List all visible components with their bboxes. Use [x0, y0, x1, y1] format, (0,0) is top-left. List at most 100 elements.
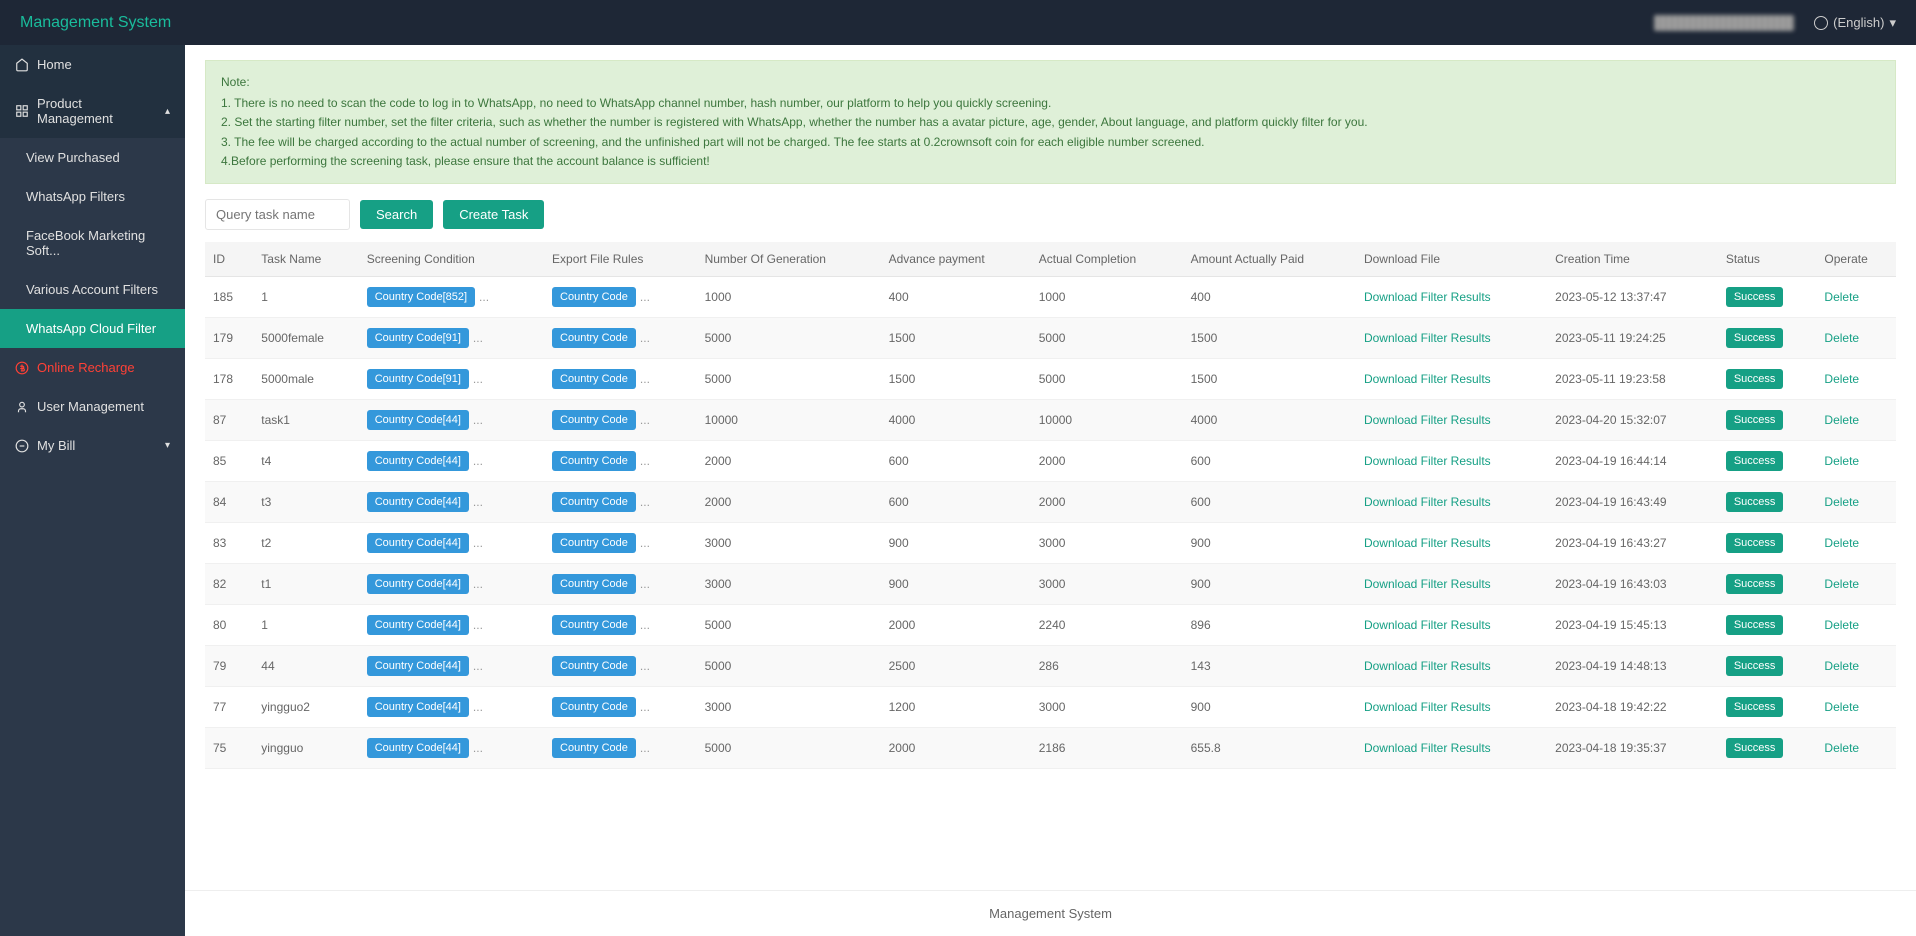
cell-advance: 1200 — [881, 686, 1031, 727]
screening-tag: Country Code[44] — [367, 697, 469, 717]
cell-generation: 5000 — [697, 317, 881, 358]
cell-id: 179 — [205, 317, 253, 358]
export-tag: Country Code — [552, 287, 636, 307]
ellipsis-icon: ... — [473, 700, 483, 714]
cell-creation: 2023-04-19 15:45:13 — [1547, 604, 1718, 645]
screening-tag: Country Code[44] — [367, 492, 469, 512]
status-badge: Success — [1726, 492, 1784, 512]
delete-link[interactable]: Delete — [1824, 618, 1859, 632]
sidebar-item-label: FaceBook Marketing Soft... — [26, 228, 170, 258]
sidebar-item-various-filters[interactable]: Various Account Filters — [0, 270, 185, 309]
download-link[interactable]: Download Filter Results — [1364, 495, 1491, 509]
cell-screening: Country Code[44]... — [359, 727, 544, 768]
sidebar-item-user-mgmt[interactable]: User Management — [0, 387, 185, 426]
cell-operate: Delete — [1816, 563, 1896, 604]
delete-link[interactable]: Delete — [1824, 495, 1859, 509]
cell-task-name: task1 — [253, 399, 358, 440]
cell-actual-comp: 286 — [1031, 645, 1183, 686]
ellipsis-icon: ... — [473, 413, 483, 427]
cell-actual-comp: 3000 — [1031, 522, 1183, 563]
cell-download: Download Filter Results — [1356, 727, 1547, 768]
delete-link[interactable]: Delete — [1824, 536, 1859, 550]
note-line: 1. There is no need to scan the code to … — [221, 94, 1880, 113]
ellipsis-icon: ... — [473, 618, 483, 632]
chevron-down-icon: ▾ — [165, 440, 170, 451]
main-content: Note: 1. There is no need to scan the co… — [185, 45, 1916, 936]
cell-generation: 3000 — [697, 686, 881, 727]
create-task-button[interactable]: Create Task — [443, 200, 544, 229]
col-generation: Number Of Generation — [697, 242, 881, 277]
download-link[interactable]: Download Filter Results — [1364, 290, 1491, 304]
download-link[interactable]: Download Filter Results — [1364, 741, 1491, 755]
delete-link[interactable]: Delete — [1824, 331, 1859, 345]
cell-generation: 10000 — [697, 399, 881, 440]
search-input[interactable] — [205, 199, 350, 230]
delete-link[interactable]: Delete — [1824, 454, 1859, 468]
delete-link[interactable]: Delete — [1824, 290, 1859, 304]
download-link[interactable]: Download Filter Results — [1364, 454, 1491, 468]
ellipsis-icon: ... — [640, 495, 650, 509]
cell-status: Success — [1718, 481, 1817, 522]
delete-link[interactable]: Delete — [1824, 372, 1859, 386]
ellipsis-icon: ... — [479, 290, 489, 304]
cell-advance: 900 — [881, 563, 1031, 604]
sidebar-item-view-purchased[interactable]: View Purchased — [0, 138, 185, 177]
cell-actual-comp: 5000 — [1031, 358, 1183, 399]
cell-advance: 400 — [881, 276, 1031, 317]
cell-operate: Delete — [1816, 317, 1896, 358]
ellipsis-icon: ... — [640, 331, 650, 345]
cell-amount-paid: 143 — [1183, 645, 1356, 686]
delete-link[interactable]: Delete — [1824, 659, 1859, 673]
download-link[interactable]: Download Filter Results — [1364, 700, 1491, 714]
cell-export: Country Code... — [544, 317, 697, 358]
sidebar-item-whatsapp-filters[interactable]: WhatsApp Filters — [0, 177, 185, 216]
sidebar-item-facebook-marketing[interactable]: FaceBook Marketing Soft... — [0, 216, 185, 270]
col-status: Status — [1718, 242, 1817, 277]
cell-screening: Country Code[44]... — [359, 399, 544, 440]
download-link[interactable]: Download Filter Results — [1364, 577, 1491, 591]
sidebar-item-home[interactable]: Home — [0, 45, 185, 84]
table-row: 75yingguoCountry Code[44]...Country Code… — [205, 727, 1896, 768]
export-tag: Country Code — [552, 451, 636, 471]
sidebar-item-online-recharge[interactable]: Online Recharge — [0, 348, 185, 387]
delete-link[interactable]: Delete — [1824, 413, 1859, 427]
cell-status: Success — [1718, 686, 1817, 727]
ellipsis-icon: ... — [640, 741, 650, 755]
delete-link[interactable]: Delete — [1824, 700, 1859, 714]
cell-screening: Country Code[44]... — [359, 645, 544, 686]
cell-status: Success — [1718, 563, 1817, 604]
cell-operate: Delete — [1816, 440, 1896, 481]
delete-link[interactable]: Delete — [1824, 577, 1859, 591]
cell-amount-paid: 1500 — [1183, 317, 1356, 358]
sidebar-item-whatsapp-cloud-filter[interactable]: WhatsApp Cloud Filter — [0, 309, 185, 348]
cell-status: Success — [1718, 645, 1817, 686]
cell-amount-paid: 400 — [1183, 276, 1356, 317]
cell-actual-comp: 5000 — [1031, 317, 1183, 358]
cell-amount-paid: 1500 — [1183, 358, 1356, 399]
download-link[interactable]: Download Filter Results — [1364, 536, 1491, 550]
screening-tag: Country Code[44] — [367, 533, 469, 553]
screening-tag: Country Code[91] — [367, 328, 469, 348]
export-tag: Country Code — [552, 738, 636, 758]
sidebar-item-my-bill[interactable]: My Bill ▾ — [0, 426, 185, 465]
status-badge: Success — [1726, 328, 1784, 348]
language-selector[interactable]: (English) ▾ — [1814, 15, 1896, 31]
cell-screening: Country Code[91]... — [359, 358, 544, 399]
table-row: 1851Country Code[852]...Country Code...1… — [205, 276, 1896, 317]
download-link[interactable]: Download Filter Results — [1364, 659, 1491, 673]
sidebar-item-product-mgmt[interactable]: Product Management ▴ — [0, 84, 185, 138]
download-link[interactable]: Download Filter Results — [1364, 331, 1491, 345]
col-task-name: Task Name — [253, 242, 358, 277]
export-tag: Country Code — [552, 615, 636, 635]
cell-export: Country Code... — [544, 604, 697, 645]
sidebar-item-label: Various Account Filters — [26, 282, 158, 297]
download-link[interactable]: Download Filter Results — [1364, 372, 1491, 386]
search-button[interactable]: Search — [360, 200, 433, 229]
cell-advance: 600 — [881, 481, 1031, 522]
screening-tag: Country Code[44] — [367, 410, 469, 430]
download-link[interactable]: Download Filter Results — [1364, 618, 1491, 632]
table-row: 77yingguo2Country Code[44]...Country Cod… — [205, 686, 1896, 727]
col-creation: Creation Time — [1547, 242, 1718, 277]
delete-link[interactable]: Delete — [1824, 741, 1859, 755]
download-link[interactable]: Download Filter Results — [1364, 413, 1491, 427]
